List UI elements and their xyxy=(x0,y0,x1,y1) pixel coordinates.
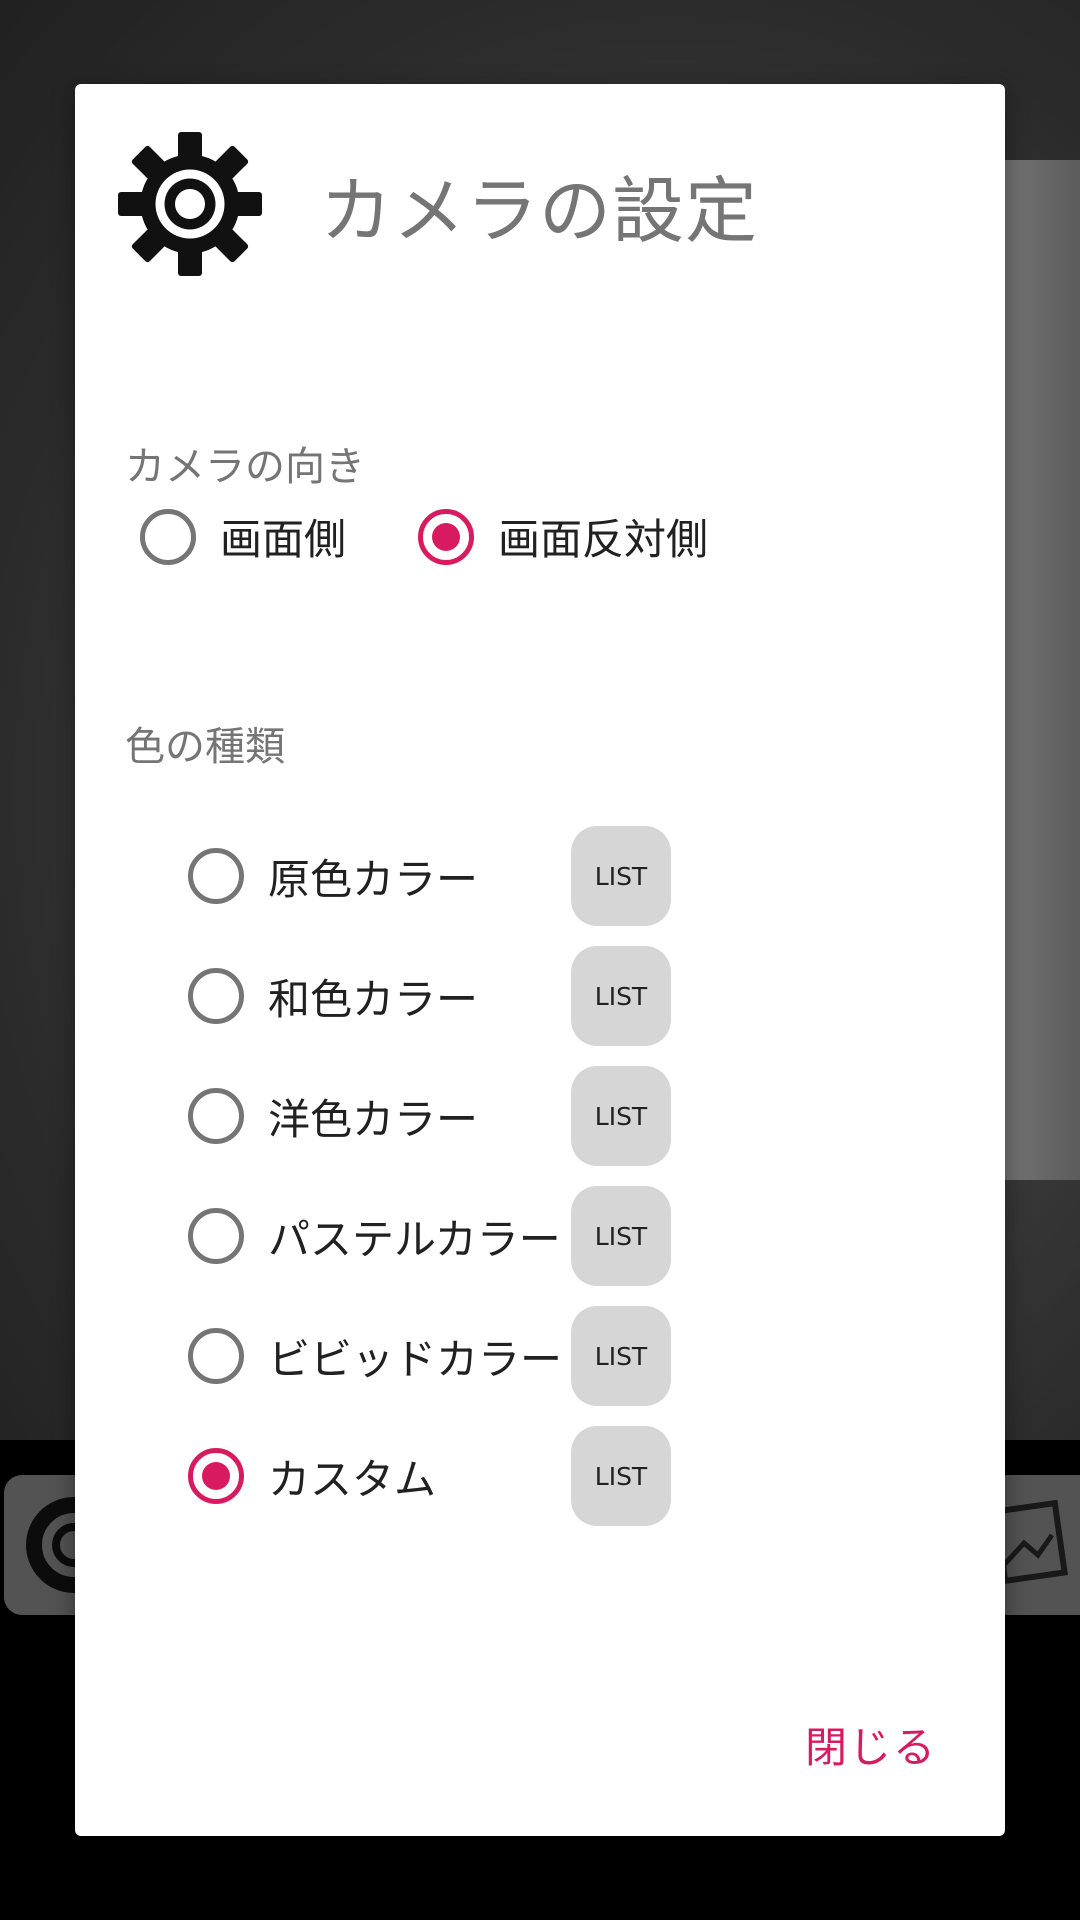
radio-label: 和色カラー xyxy=(268,974,479,1024)
radio-button[interactable] xyxy=(188,848,244,904)
dialog-header: カメラの設定 xyxy=(115,124,758,284)
radio-button[interactable] xyxy=(418,508,474,565)
radio-label: 画面側 xyxy=(220,515,347,564)
dialog-title: カメラの設定 xyxy=(320,168,759,253)
list-button-western[interactable]: LIST xyxy=(571,1066,671,1166)
radio-front-camera[interactable]: 画面側 xyxy=(140,506,346,567)
radio-button[interactable] xyxy=(188,1088,244,1144)
radio-label: 原色カラー xyxy=(268,854,479,904)
radio-label: 洋色カラー xyxy=(268,1094,479,1144)
radio-label: カスタム xyxy=(268,1454,437,1504)
list-button-primary[interactable]: LIST xyxy=(571,826,671,926)
radio-button[interactable] xyxy=(188,1448,244,1504)
radio-button[interactable] xyxy=(188,968,244,1024)
list-button-pastel[interactable]: LIST xyxy=(571,1186,671,1286)
gear-icon xyxy=(118,132,262,276)
list-button-japanese[interactable]: LIST xyxy=(571,946,671,1046)
radio-button[interactable] xyxy=(188,1328,244,1384)
radio-rear-camera[interactable]: 画面反対側 xyxy=(418,506,708,567)
close-button[interactable]: 閉じる xyxy=(805,1714,937,1775)
radio-label: パステルカラー xyxy=(268,1214,561,1264)
camera-direction-label: カメラの向き xyxy=(125,444,365,490)
list-button-custom[interactable]: LIST xyxy=(571,1426,671,1526)
radio-button[interactable] xyxy=(140,508,196,565)
radio-label: ビビッドカラー xyxy=(268,1334,563,1384)
color-type-label: 色の種類 xyxy=(125,724,285,770)
list-button-vivid[interactable]: LIST xyxy=(571,1306,671,1406)
camera-settings-dialog: カメラの設定 カメラの向き 画面側 画面反対側 色の種類 原色カラー LIST … xyxy=(75,84,1005,1836)
radio-button[interactable] xyxy=(188,1208,244,1264)
radio-label: 画面反対側 xyxy=(498,515,709,564)
